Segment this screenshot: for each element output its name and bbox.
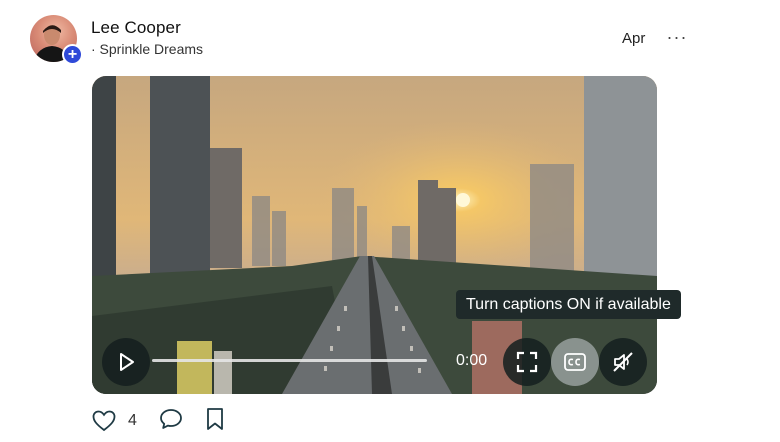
like-button[interactable]: 4 [92,410,137,432]
author-avatar[interactable]: + [30,15,83,65]
community-name[interactable]: · Sprinkle Dreams [91,41,203,57]
author-name[interactable]: Lee Cooper [91,18,181,38]
more-options-button[interactable]: ··· [664,26,690,48]
post-date: Apr [622,30,646,47]
like-count: 4 [128,412,137,429]
muted-icon [613,352,633,372]
comment-button[interactable] [159,408,183,435]
heart-icon [92,410,116,432]
post-actions: 4 [92,407,225,436]
fullscreen-button[interactable] [503,338,551,386]
current-time: 0:00 [456,352,488,369]
captions-tooltip: Turn captions ON if available [456,290,681,319]
captions-button[interactable] [551,338,599,386]
post-card: + Lee Cooper · Sprinkle Dreams Apr ··· 0… [0,0,780,442]
bookmark-icon [207,407,223,430]
more-dots-icon: ··· [666,26,688,47]
progress-bar[interactable] [152,359,427,362]
comment-icon [160,408,182,429]
fullscreen-icon [516,351,538,373]
save-button[interactable] [205,407,225,436]
play-icon [120,353,134,371]
play-button[interactable] [102,338,150,386]
video-player[interactable]: 0:00 [92,76,657,394]
mute-button[interactable] [599,338,647,386]
follow-plus-icon[interactable]: + [62,44,83,65]
captions-icon [564,353,586,371]
